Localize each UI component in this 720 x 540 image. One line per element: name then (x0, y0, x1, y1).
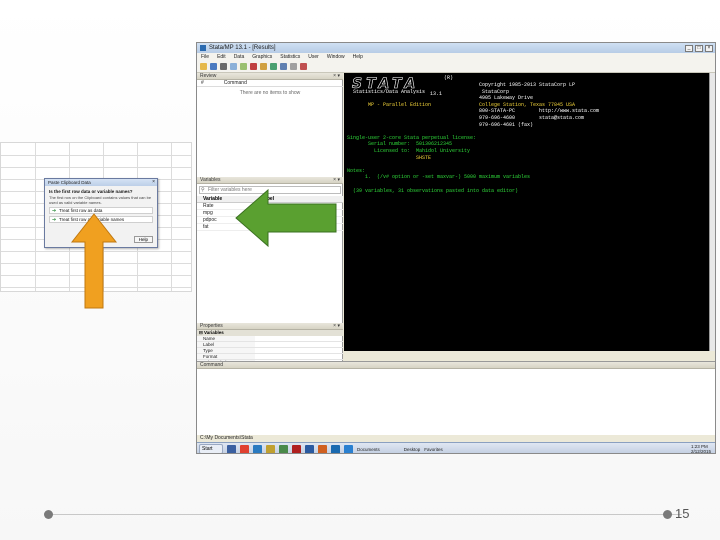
slide-dot-right (663, 510, 672, 519)
slide-dot-left (44, 510, 53, 519)
orange-up-arrow-icon (70, 213, 118, 309)
annotation-overlay (70, 188, 337, 309)
green-left-arrow-icon (235, 188, 337, 248)
page-number: 15 (675, 506, 690, 521)
slide-footer-line (48, 514, 682, 515)
